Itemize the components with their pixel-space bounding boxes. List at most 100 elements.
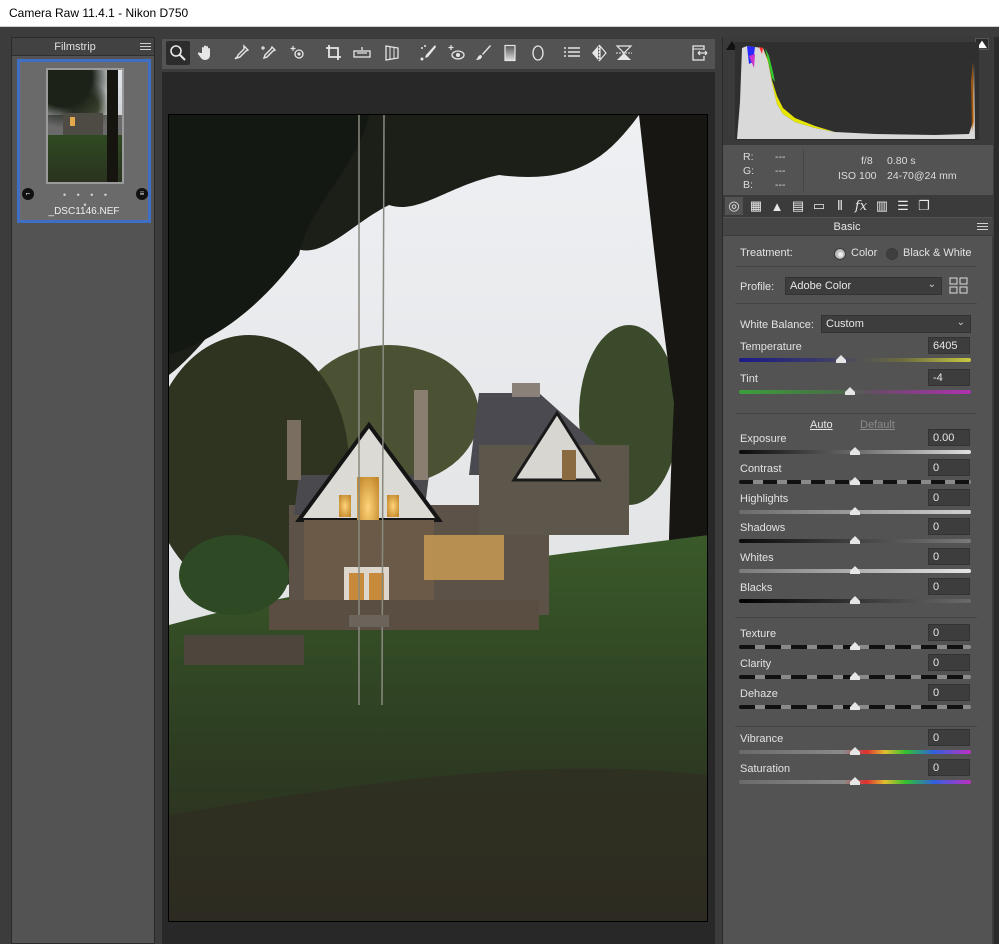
tab-tone-curve[interactable]: ▦	[747, 197, 765, 215]
contrast-slider-thumb[interactable]	[850, 477, 860, 485]
rotate-left-tool[interactable]	[587, 41, 611, 65]
aperture-value: f/8	[861, 155, 873, 167]
g-value: ---	[775, 165, 786, 177]
filmstrip-panel: Filmstrip ⌐ • • • • • ≡ _DSC1146.NEF	[11, 37, 155, 944]
iso-value: ISO 100	[838, 170, 877, 182]
panel-tabs: ◎ ▦ ▲ ▤ ▭ ⦀ fx ▥ ☰ ❐	[723, 195, 993, 217]
contrast-value-field[interactable]: 0	[928, 459, 970, 476]
info-divider	[803, 149, 804, 191]
blacks-value-field[interactable]: 0	[928, 578, 970, 595]
transform-icon	[385, 45, 399, 61]
panel-menu-icon[interactable]	[977, 223, 988, 232]
hand-tool[interactable]	[194, 41, 218, 65]
exposure-slider-thumb[interactable]	[850, 447, 860, 455]
image-canvas[interactable]	[162, 72, 715, 944]
level-icon	[353, 47, 371, 58]
temperature-slider[interactable]	[739, 358, 971, 362]
radial-filter-tool[interactable]	[526, 41, 550, 65]
texture-slider-thumb[interactable]	[850, 642, 860, 650]
zoom-tool[interactable]	[166, 41, 190, 65]
white-balance-tool[interactable]	[229, 41, 253, 65]
whites-slider-thumb[interactable]	[850, 566, 860, 574]
highlights-slider-thumb[interactable]	[850, 507, 860, 515]
camera-raw-app: Filmstrip ⌐ • • • • • ≡ _DSC1146.NEF R: …	[0, 27, 999, 944]
profile-dropdown[interactable]: Adobe Color ⌄	[785, 277, 942, 295]
color-sampler-tool[interactable]	[256, 41, 280, 65]
aperture-icon: ◎	[728, 198, 740, 213]
tint-slider-thumb[interactable]	[845, 387, 856, 395]
vibrance-slider-thumb[interactable]	[850, 747, 860, 755]
panel-scrollbar[interactable]	[994, 37, 999, 944]
adjustments-badge-icon: ≡	[136, 188, 148, 200]
toggle-fullscreen-button[interactable]	[687, 41, 711, 65]
shadows-value-field[interactable]: 0	[928, 518, 970, 535]
red-eye-removal-tool[interactable]	[444, 41, 468, 65]
adjustment-brush-tool[interactable]	[471, 41, 495, 65]
treatment-bw-radio[interactable]	[886, 248, 898, 260]
list-icon	[564, 47, 580, 57]
presets-icon: ☰	[897, 198, 909, 213]
temperature-slider-thumb[interactable]	[836, 355, 847, 363]
profile-browser-icon[interactable]	[949, 277, 969, 295]
blacks-slider-thumb[interactable]	[850, 596, 860, 604]
texture-value-field[interactable]: 0	[928, 624, 970, 641]
treatment-color-label[interactable]: Color	[851, 247, 877, 259]
whites-label: Whites	[740, 552, 774, 564]
crop-tool[interactable]	[322, 41, 346, 65]
filmstrip-item[interactable]: ⌐ • • • • • ≡ _DSC1146.NEF	[17, 59, 151, 223]
clarity-slider-thumb[interactable]	[850, 672, 860, 680]
white-balance-value: Custom	[826, 318, 864, 330]
tab-lens-corrections[interactable]: ⦀	[831, 197, 849, 215]
whites-value-field[interactable]: 0	[928, 548, 970, 565]
histogram-graph	[735, 42, 979, 140]
white-balance-dropdown[interactable]: Custom ⌄	[821, 315, 971, 333]
clarity-value-field[interactable]: 0	[928, 654, 970, 671]
temperature-value-field[interactable]: 6405	[928, 337, 970, 354]
tint-value-field[interactable]: -4	[928, 369, 970, 386]
filmstrip-menu-icon[interactable]	[140, 43, 151, 52]
tab-snapshots[interactable]: ❐	[915, 197, 933, 215]
treatment-color-radio[interactable]	[834, 248, 846, 260]
eyedropper-icon	[234, 44, 250, 60]
vibrance-label: Vibrance	[740, 733, 784, 745]
auto-button[interactable]: Auto	[810, 419, 833, 431]
tab-basic[interactable]: ◎	[725, 197, 743, 215]
tab-camera-calibration[interactable]: ▥	[873, 197, 891, 215]
graduated-filter-tool[interactable]	[498, 41, 522, 65]
saturation-label: Saturation	[740, 763, 791, 775]
crop-badge-icon: ⌐	[22, 188, 34, 200]
filmstrip-title: Filmstrip	[54, 41, 96, 53]
straighten-tool[interactable]	[350, 41, 374, 65]
tab-presets[interactable]: ☰	[894, 197, 912, 215]
tab-detail[interactable]: ▲	[768, 197, 786, 215]
texture-label: Texture	[740, 628, 777, 640]
targeted-adjustment-tool[interactable]	[286, 41, 310, 65]
filmstrip-thumbnail[interactable]	[46, 68, 124, 184]
tab-split-toning[interactable]: ▭	[810, 197, 828, 215]
clarity-label: Clarity	[740, 658, 772, 670]
rotate-right-tool[interactable]	[612, 41, 636, 65]
treatment-bw-label[interactable]: Black & White	[903, 247, 971, 259]
default-button[interactable]: Default	[860, 419, 895, 431]
dehaze-slider-thumb[interactable]	[850, 702, 860, 710]
saturation-slider-thumb[interactable]	[850, 777, 860, 785]
filmstrip-header: Filmstrip	[12, 38, 154, 56]
tab-effects[interactable]: fx	[852, 197, 870, 215]
snapshots-icon: ❐	[918, 198, 930, 213]
tab-hsl[interactable]: ▤	[789, 197, 807, 215]
preferences-tool[interactable]	[560, 41, 584, 65]
exposure-value-field[interactable]: 0.00	[928, 429, 970, 446]
basic-section-header: Basic	[723, 218, 993, 236]
shadows-slider-thumb[interactable]	[850, 536, 860, 544]
photo-image	[169, 115, 707, 921]
saturation-value-field[interactable]: 0	[928, 759, 970, 776]
shutter-value: 0.80 s	[887, 155, 916, 167]
vibrance-value-field[interactable]: 0	[928, 729, 970, 746]
fullscreen-icon	[692, 45, 708, 61]
spot-removal-tool[interactable]	[416, 41, 440, 65]
highlights-value-field[interactable]: 0	[928, 489, 970, 506]
photo-preview[interactable]	[168, 114, 708, 922]
dehaze-value-field[interactable]: 0	[928, 684, 970, 701]
transform-tool[interactable]	[380, 41, 404, 65]
b-label: B:	[743, 179, 753, 191]
